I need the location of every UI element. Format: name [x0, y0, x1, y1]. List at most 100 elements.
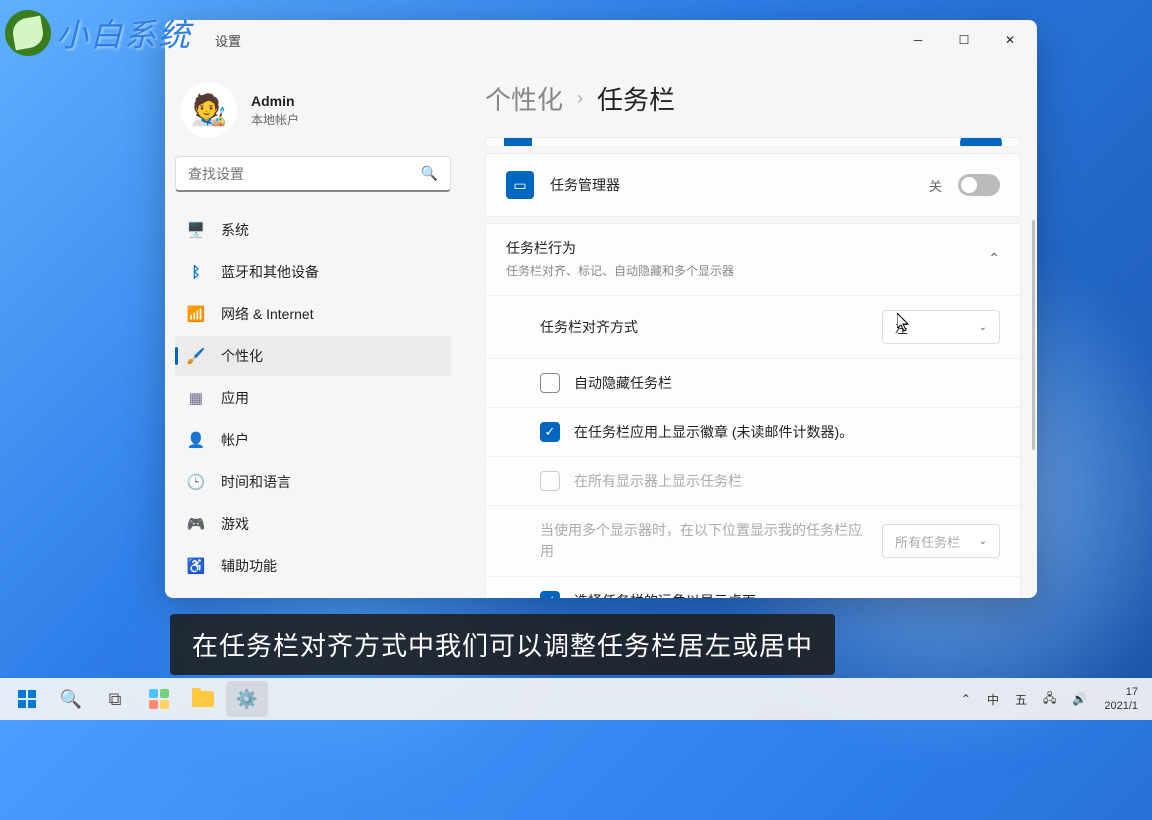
row-autohide[interactable]: 自动隐藏任务栏: [486, 358, 1020, 407]
sidebar-item-network[interactable]: 📶网络 & Internet: [175, 294, 451, 334]
search-box[interactable]: 🔍: [175, 156, 451, 192]
all-displays-label: 在所有显示器上显示任务栏: [574, 471, 1000, 491]
multi-display-dropdown: 所有任务栏 ⌄: [882, 524, 1000, 558]
settings-taskbar-button[interactable]: ⚙️: [226, 681, 268, 717]
taskbar: 🔍 ⧉ ⚙️ ⌃ 中 五 🖧 🔊 17 2021/1: [0, 678, 1152, 720]
sidebar-item-personalization[interactable]: 🖌️个性化: [175, 336, 451, 376]
chevron-down-icon: ⌄: [979, 322, 987, 333]
brand-logo: 小白系统: [5, 10, 192, 56]
task-view-button[interactable]: ⧉: [94, 681, 136, 717]
apps-icon: ▦: [187, 389, 205, 407]
far-corner-checkbox[interactable]: ✓: [540, 591, 560, 598]
user-block[interactable]: 🧑‍🎨 Admin 本地帐户: [175, 70, 451, 156]
clock-date: 2021/1: [1104, 699, 1138, 713]
brush-icon: 🖌️: [187, 347, 205, 365]
sidebar-item-gaming[interactable]: 🎮游戏: [175, 504, 451, 544]
network-icon: 🖧: [1043, 689, 1056, 710]
tray-overflow-button[interactable]: ⌃: [954, 681, 978, 717]
chevron-up-icon: ⌃: [988, 250, 1000, 267]
person-icon: 👤: [187, 431, 205, 449]
task-manager-icon: ▭: [506, 171, 534, 199]
search-input[interactable]: [188, 166, 421, 182]
sidebar-item-privacy[interactable]: 🛡️隐私和安全性: [175, 588, 451, 598]
row-alignment: 任务栏对齐方式 左 ⌄: [486, 295, 1020, 358]
chevron-right-icon: ›: [577, 88, 583, 109]
clock-time: 17: [1104, 685, 1138, 699]
alignment-value: 左: [895, 318, 908, 337]
sidebar-item-system[interactable]: 🖥️系统: [175, 210, 451, 250]
icon-partial: [504, 137, 532, 147]
minimize-button[interactable]: ─: [895, 22, 941, 58]
row-multi-display: 当使用多个显示器时，在以下位置显示我的任务栏应用 所有任务栏 ⌄: [486, 505, 1020, 576]
far-corner-label: 选择任务栏的远角以显示桌面: [574, 591, 1000, 598]
maximize-button[interactable]: ☐: [941, 22, 987, 58]
window-title: 设置: [215, 31, 241, 50]
ime-indicator-1[interactable]: 中: [980, 681, 1006, 717]
task-manager-state: 关: [929, 176, 942, 195]
toggle-on-partial[interactable]: [960, 137, 1002, 147]
badges-label: 在任务栏应用上显示徽章 (未读邮件计数器)。: [574, 422, 1000, 442]
brand-logo-icon: [5, 10, 51, 56]
network-tray-icon[interactable]: 🖧: [1036, 681, 1063, 717]
windows-logo-icon: [18, 690, 36, 708]
gamepad-icon: 🎮: [187, 515, 205, 533]
sidebar-item-accessibility[interactable]: ♿辅助功能: [175, 546, 451, 586]
breadcrumb-parent[interactable]: 个性化: [485, 80, 563, 117]
wifi-icon: 📶: [187, 305, 205, 323]
widgets-button[interactable]: [138, 681, 180, 717]
settings-window: 设置 ─ ☐ ✕ 🧑‍🎨 Admin 本地帐户 🔍 🖥️系统 ᛒ蓝牙和其他设备: [165, 20, 1037, 598]
multi-display-value: 所有任务栏: [895, 532, 960, 551]
folder-icon: [192, 691, 214, 707]
panel-taskbar-behavior: 任务栏行为 任务栏对齐、标记、自动隐藏和多个显示器 ⌃ 任务栏对齐方式 左 ⌄: [485, 223, 1021, 598]
avatar: 🧑‍🎨: [181, 82, 237, 138]
sidebar-item-bluetooth[interactable]: ᛒ蓝牙和其他设备: [175, 252, 451, 292]
chevron-down-icon: ⌄: [979, 536, 987, 547]
all-displays-checkbox: [540, 471, 560, 491]
panel-task-manager: ▭ 任务管理器 关: [485, 153, 1021, 217]
breadcrumb: 个性化 › 任务栏: [485, 80, 1021, 117]
user-name: Admin: [251, 93, 299, 109]
behavior-title: 任务栏行为: [506, 238, 734, 258]
search-button[interactable]: 🔍: [50, 681, 92, 717]
content-area: 个性化 › 任务栏 ▭ 任务管理器 关 任务栏行为: [461, 60, 1037, 598]
chevron-up-icon: ⌃: [961, 692, 971, 706]
autohide-label: 自动隐藏任务栏: [574, 373, 1000, 393]
search-icon: 🔍: [421, 165, 438, 182]
search-icon: 🔍: [60, 689, 82, 710]
behavior-header[interactable]: 任务栏行为 任务栏对齐、标记、自动隐藏和多个显示器 ⌃: [486, 224, 1020, 293]
user-type: 本地帐户: [251, 111, 299, 128]
widgets-icon: [149, 689, 169, 709]
task-view-icon: ⧉: [109, 689, 122, 710]
video-subtitle: 在任务栏对齐方式中我们可以调整任务栏居左或居中: [170, 614, 835, 675]
file-explorer-button[interactable]: [182, 681, 224, 717]
alignment-dropdown[interactable]: 左 ⌄: [882, 310, 1000, 344]
badges-checkbox[interactable]: ✓: [540, 422, 560, 442]
panel-cutoff-top: [485, 137, 1021, 147]
task-manager-label: 任务管理器: [550, 175, 913, 195]
system-icon: 🖥️: [187, 221, 205, 239]
ime-indicator-2[interactable]: 五: [1008, 681, 1034, 717]
bluetooth-icon: ᛒ: [187, 263, 205, 281]
titlebar: 设置 ─ ☐ ✕: [165, 20, 1037, 60]
volume-tray-icon[interactable]: 🔊: [1065, 681, 1094, 717]
task-manager-toggle[interactable]: [958, 174, 1000, 196]
sidebar-item-accounts[interactable]: 👤帐户: [175, 420, 451, 460]
row-badges[interactable]: ✓ 在任务栏应用上显示徽章 (未读邮件计数器)。: [486, 407, 1020, 456]
row-all-displays: 在所有显示器上显示任务栏: [486, 456, 1020, 505]
gear-icon: ⚙️: [236, 689, 258, 710]
sidebar-item-apps[interactable]: ▦应用: [175, 378, 451, 418]
autohide-checkbox[interactable]: [540, 373, 560, 393]
volume-icon: 🔊: [1072, 692, 1087, 706]
close-button[interactable]: ✕: [987, 22, 1033, 58]
breadcrumb-current: 任务栏: [597, 80, 675, 117]
scrollbar[interactable]: [1032, 220, 1035, 450]
row-far-corner[interactable]: ✓ 选择任务栏的远角以显示桌面: [486, 576, 1020, 598]
start-button[interactable]: [6, 681, 48, 717]
taskbar-clock[interactable]: 17 2021/1: [1096, 685, 1146, 714]
accessibility-icon: ♿: [187, 557, 205, 575]
sidebar: 🧑‍🎨 Admin 本地帐户 🔍 🖥️系统 ᛒ蓝牙和其他设备 📶网络 & Int…: [165, 60, 461, 598]
clock-icon: 🕒: [187, 473, 205, 491]
nav-list: 🖥️系统 ᛒ蓝牙和其他设备 📶网络 & Internet 🖌️个性化 ▦应用 👤…: [175, 210, 451, 598]
brand-logo-text: 小白系统: [56, 10, 192, 56]
sidebar-item-time-language[interactable]: 🕒时间和语言: [175, 462, 451, 502]
